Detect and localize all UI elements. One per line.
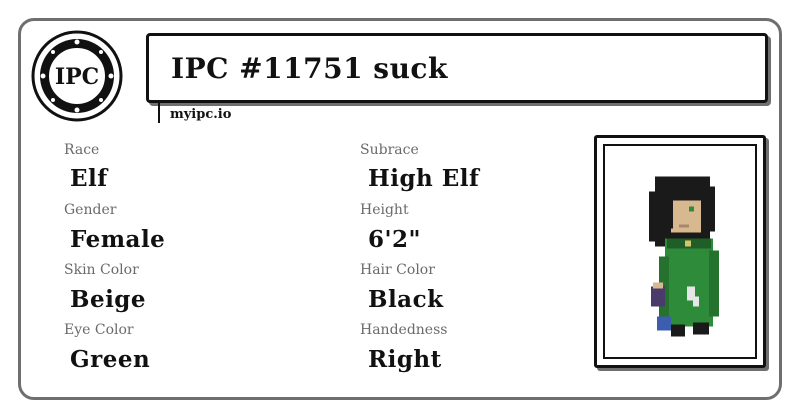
page-title: IPC #11751 suck xyxy=(171,52,448,85)
title-divider xyxy=(158,101,160,123)
subrace-label: Subrace xyxy=(360,142,419,158)
character-portrait xyxy=(603,144,757,359)
title-box: IPC #11751 suck xyxy=(146,33,768,103)
handedness-value: Right xyxy=(368,346,442,373)
race-value: Elf xyxy=(70,165,108,192)
skin-color-label: Skin Color xyxy=(64,262,139,278)
gender-value: Female xyxy=(70,226,166,253)
height-value: 6'2" xyxy=(368,226,422,253)
hair-color-value: Black xyxy=(368,286,444,313)
ipc-logo-seal: IPC xyxy=(30,29,124,123)
site-link[interactable]: myipc.io xyxy=(170,107,231,122)
hair-color-label: Hair Color xyxy=(360,262,435,278)
eye-color-label: Eye Color xyxy=(64,322,134,338)
eye-color-value: Green xyxy=(70,346,151,373)
handedness-label: Handedness xyxy=(360,322,448,338)
race-label: Race xyxy=(64,142,100,158)
skin-color-value: Beige xyxy=(70,286,147,313)
height-label: Height xyxy=(360,202,409,218)
gender-label: Gender xyxy=(64,202,117,218)
subrace-value: High Elf xyxy=(368,165,480,192)
logo-text: IPC xyxy=(55,64,99,90)
portrait-frame xyxy=(594,135,766,368)
